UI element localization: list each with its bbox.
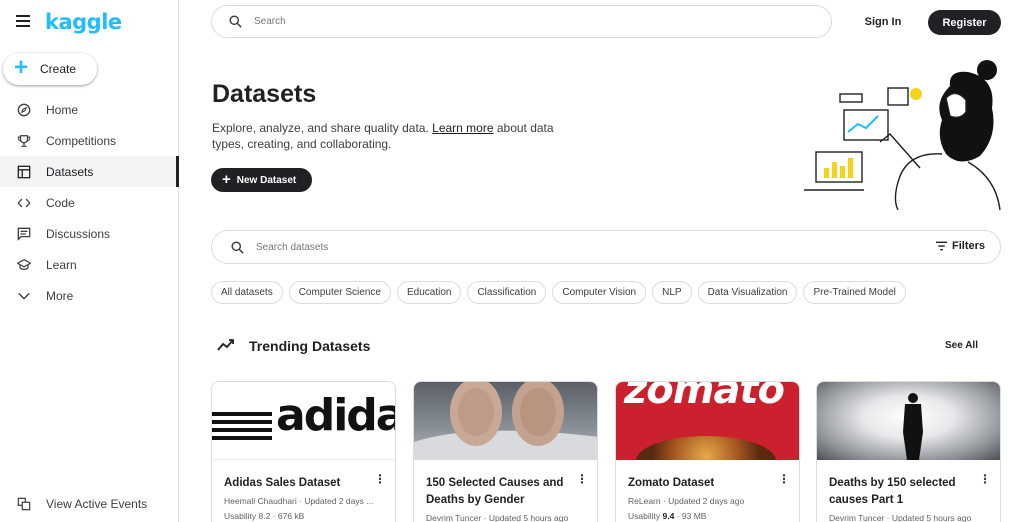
dataset-title[interactable]: Deaths by 150 selected causes Part 1	[829, 475, 979, 509]
sidebar-item-label: Learn	[46, 257, 77, 272]
see-all-link[interactable]: See All	[945, 340, 978, 351]
usability-value: 9.4	[662, 511, 675, 521]
view-active-events[interactable]: View Active Events	[0, 489, 179, 519]
chip-computer-vision[interactable]: Computer Vision	[552, 281, 647, 304]
dataset-author: Devrim Tuncer · Updated 5 hours ago	[829, 513, 972, 522]
chevron-down-icon	[18, 292, 30, 300]
learn-more-link[interactable]: Learn more	[432, 121, 493, 135]
dataset-search-bar[interactable]: Filters	[211, 230, 1001, 264]
usability-label: Usability	[224, 511, 257, 521]
more-options-icon[interactable]: ⋮	[778, 473, 790, 485]
comments-icon	[17, 227, 31, 241]
chip-data-visualization[interactable]: Data Visualization	[697, 281, 798, 304]
code-icon	[17, 198, 31, 207]
sidebar-item-label: Competitions	[46, 133, 117, 148]
filters-label: Filters	[951, 240, 985, 252]
dataset-author: Devrim Tuncer · Updated 5 hours ago	[426, 513, 569, 522]
usability-value: 8.2	[258, 511, 271, 521]
register-button[interactable]: Register	[928, 10, 1001, 35]
sidebar-item-datasets[interactable]: Datasets	[0, 156, 179, 187]
dataset-title[interactable]: Adidas Sales Dataset	[224, 475, 374, 492]
dataset-card[interactable]: 150 Selected Causes and Deaths by Gender…	[413, 381, 598, 522]
filters-button[interactable]: Filters	[935, 240, 985, 252]
dataset-stats: Usability 9.4 · 93 MB	[628, 511, 706, 521]
new-dataset-button[interactable]: + New Dataset	[211, 168, 312, 192]
dataset-stats: Usability 8.2 · 676 kB	[224, 511, 304, 521]
chip-computer-science[interactable]: Computer Science	[288, 281, 391, 304]
chip-pre-trained-model[interactable]: Pre-Trained Model	[803, 281, 906, 304]
dataset-title[interactable]: 150 Selected Causes and Deaths by Gender	[426, 475, 576, 509]
create-label: Create	[40, 62, 77, 76]
compass-icon	[17, 103, 31, 116]
food-photo	[636, 436, 776, 460]
trending-icon	[217, 339, 234, 351]
dataset-card[interactable]: zomato Zomato Dataset ⋮ ReLearn · Update…	[615, 381, 800, 522]
sidebar-item-label: Discussions	[46, 226, 111, 241]
sidebar-item-label: More	[46, 288, 74, 303]
sign-in-button[interactable]: Sign In	[858, 10, 908, 34]
category-chips: All datasets Computer Science Education …	[211, 281, 912, 304]
sidebar-item-label: Datasets	[46, 164, 94, 179]
trophy-icon	[17, 134, 31, 147]
sidebar-nav: Home Competitions Datasets Code Discussi…	[0, 94, 179, 311]
sidebar-item-competitions[interactable]: Competitions	[0, 125, 179, 156]
thumbnail-brand-text: adidas	[276, 390, 395, 441]
sidebar-item-discussions[interactable]: Discussions	[0, 218, 179, 249]
plus-icon: +	[222, 170, 231, 188]
chip-all-datasets[interactable]: All datasets	[211, 281, 283, 304]
sidebar-item-learn[interactable]: Learn	[0, 249, 179, 280]
chip-nlp[interactable]: NLP	[652, 281, 692, 304]
dataset-title[interactable]: Zomato Dataset	[628, 475, 778, 492]
events-icon	[17, 497, 31, 511]
table-icon	[17, 165, 31, 178]
search-icon	[231, 240, 244, 254]
dataset-thumbnail	[414, 382, 597, 460]
new-dataset-label: New Dataset	[236, 174, 297, 186]
site-search-input[interactable]	[254, 16, 754, 27]
dataset-size: · 93 MB	[674, 511, 707, 521]
section-title: Trending Datasets	[249, 338, 371, 354]
more-options-icon[interactable]: ⋮	[374, 473, 386, 485]
hero-illustration	[804, 60, 1001, 210]
dataset-thumbnail: zomato	[616, 382, 799, 460]
sidebar-item-code[interactable]: Code	[0, 187, 179, 218]
chip-classification[interactable]: Classification	[467, 281, 547, 304]
sidebar-item-label: Home	[46, 102, 79, 117]
person-silhouette	[903, 393, 923, 460]
page-description: Explore, analyze, and share quality data…	[212, 120, 572, 152]
dataset-author: Heemali Chaudhari · Updated 2 days ...	[224, 496, 374, 506]
sidebar-item-label: Code	[46, 195, 75, 210]
search-icon	[229, 15, 242, 28]
create-button[interactable]: + Create	[3, 53, 97, 85]
chip-education[interactable]: Education	[396, 281, 462, 304]
graduation-cap-icon	[17, 258, 31, 270]
kaggle-logo[interactable]: kaggle	[45, 10, 122, 34]
plus-icon: +	[14, 54, 29, 81]
feet-photo	[414, 382, 597, 460]
sidebar: kaggle + Create Home Competitions Datase…	[0, 0, 179, 522]
site-search-bar[interactable]	[211, 5, 832, 38]
dataset-card[interactable]: adidas Adidas Sales Dataset ⋮ Heemali Ch…	[211, 381, 396, 522]
more-options-icon[interactable]: ⋮	[576, 473, 588, 485]
more-options-icon[interactable]: ⋮	[979, 473, 991, 485]
dataset-author: ReLearn · Updated 2 days ago	[628, 496, 745, 506]
sidebar-item-home[interactable]: Home	[0, 94, 179, 125]
view-active-events-label: View Active Events	[46, 497, 148, 511]
dataset-card[interactable]: Deaths by 150 selected causes Part 1 ⋮ D…	[816, 381, 1001, 522]
filter-icon	[935, 241, 947, 251]
sidebar-item-more[interactable]: More	[0, 280, 179, 311]
dataset-thumbnail	[817, 382, 1000, 460]
usability-label: Usability	[628, 511, 661, 521]
dataset-search-input[interactable]	[256, 241, 756, 253]
thumbnail-brand-text: zomato	[624, 382, 785, 413]
description-text: Explore, analyze, and share quality data…	[212, 121, 433, 135]
sidebar-bottom: View Active Events	[0, 489, 179, 519]
menu-icon[interactable]	[16, 15, 30, 27]
dataset-thumbnail: adidas	[212, 382, 395, 460]
page-title: Datasets	[212, 80, 317, 108]
dataset-size: · 676 kB	[270, 511, 305, 521]
